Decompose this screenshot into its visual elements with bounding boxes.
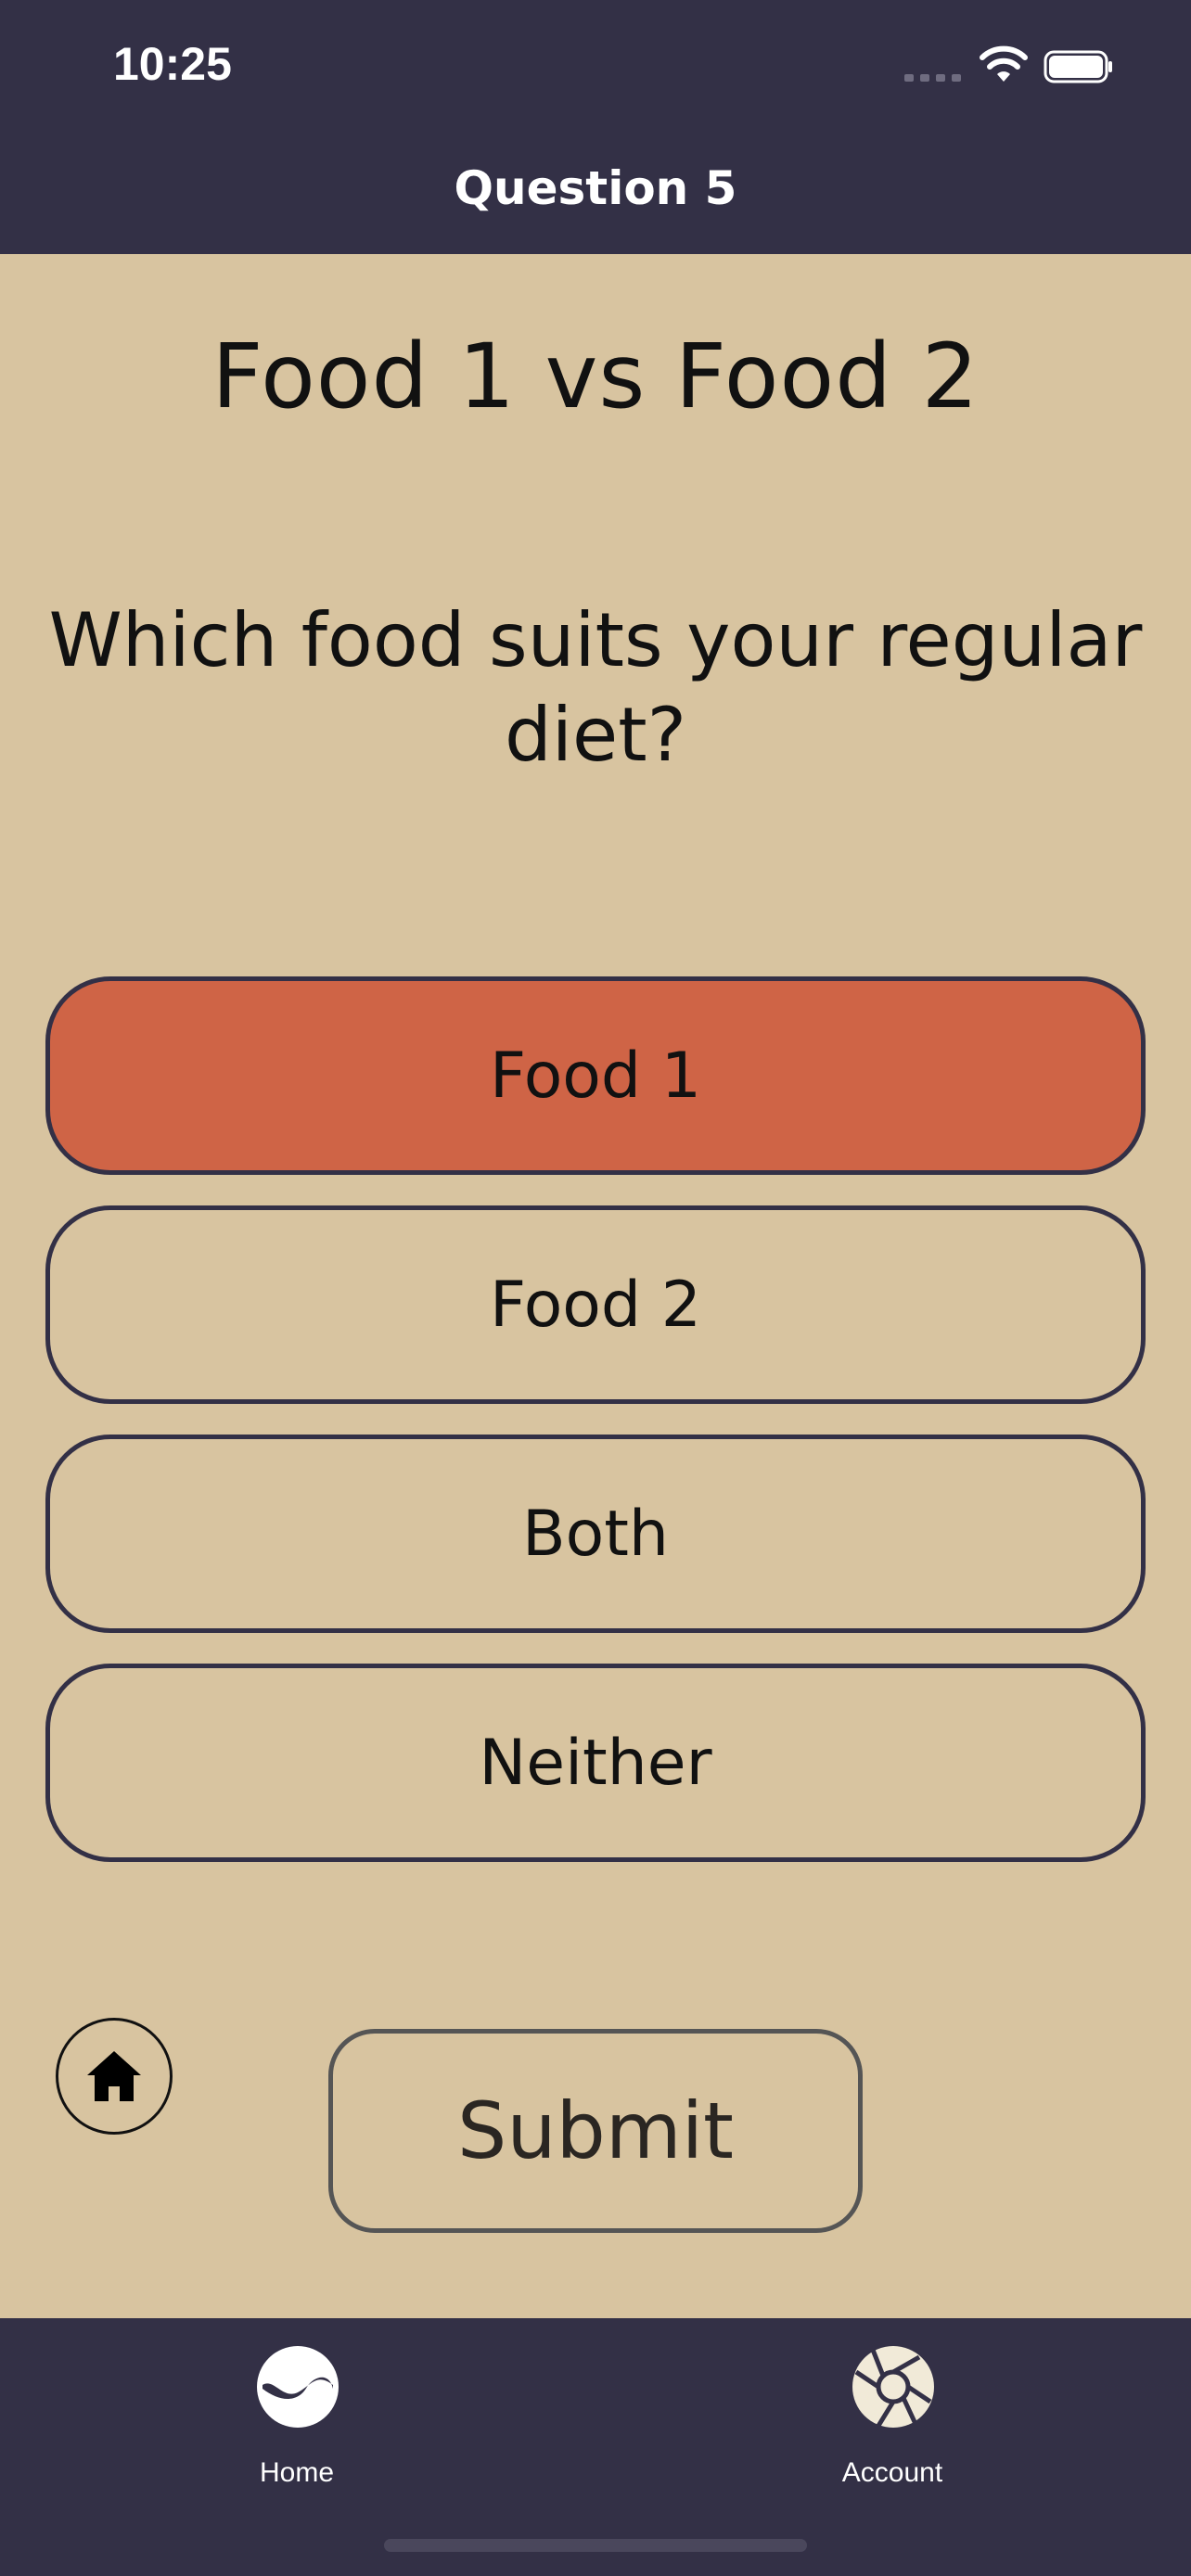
cellular-signal-icon (904, 74, 961, 82)
option-neither[interactable]: Neither (45, 1664, 1146, 1862)
home-indicator[interactable] (384, 2539, 807, 2552)
house-icon (87, 2051, 141, 2101)
battery-icon (1044, 50, 1112, 83)
wave-circle-icon (257, 2346, 339, 2428)
option-label: Neither (479, 1726, 712, 1800)
tab-home[interactable]: Home (158, 2318, 436, 2504)
comparison-title: Food 1 vs Food 2 (211, 325, 980, 428)
nav-title: Question 5 (454, 161, 737, 215)
tab-account[interactable]: Account (753, 2318, 1031, 2504)
status-bar: 10:25 (0, 0, 1191, 130)
option-food-1[interactable]: Food 1 (45, 976, 1146, 1175)
option-food-2[interactable]: Food 2 (45, 1205, 1146, 1404)
aperture-icon (852, 2346, 934, 2428)
home-button[interactable] (56, 2018, 173, 2135)
tab-bar: Home Account (0, 2318, 1191, 2576)
wifi-icon (980, 45, 1028, 82)
tab-label: Account (841, 2457, 943, 2488)
option-label: Food 2 (490, 1268, 701, 1342)
navigation-bar: Question 5 (0, 130, 1191, 254)
status-time: 10:25 (113, 38, 232, 90)
option-label: Food 1 (490, 1039, 701, 1113)
submit-button[interactable]: Submit (328, 2029, 863, 2233)
tab-label: Home (259, 2457, 335, 2488)
question-text: Which food suits your regular diet? (48, 597, 1143, 778)
option-label: Both (521, 1497, 669, 1571)
option-both[interactable]: Both (45, 1435, 1146, 1633)
submit-label: Submit (457, 2085, 734, 2176)
